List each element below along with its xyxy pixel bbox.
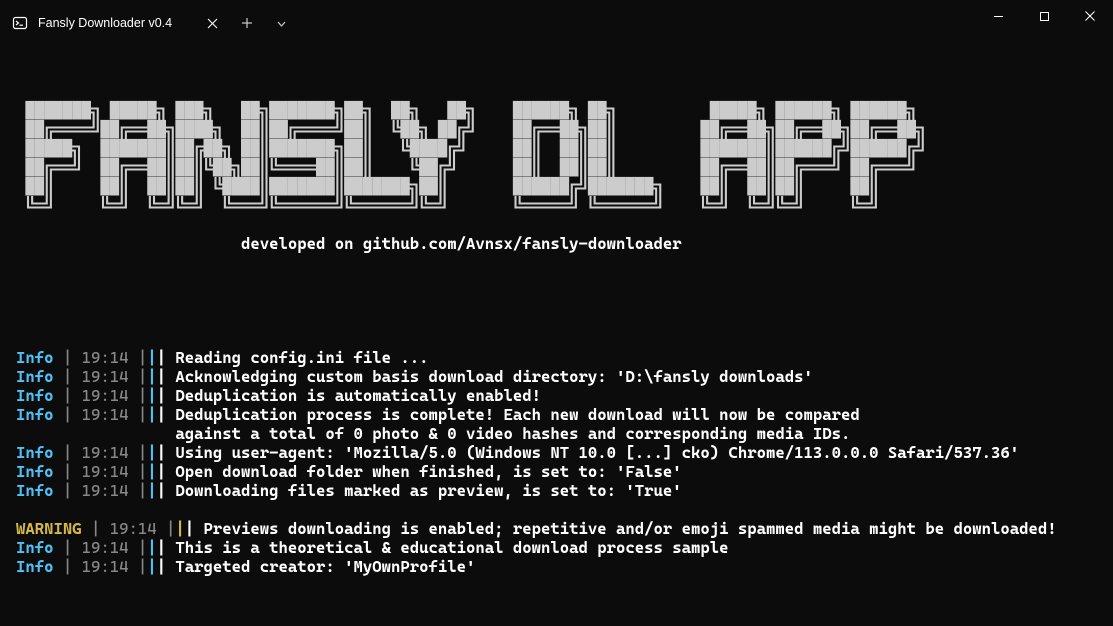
log-time: | 19:14 | bbox=[54, 481, 148, 500]
log-line-info: Info | 19:14 ||| Acknowledging custom ba… bbox=[16, 367, 1097, 386]
log-line-info: Info | 19:14 ||| Open download folder wh… bbox=[16, 462, 1097, 481]
log-sep-white: | bbox=[157, 462, 176, 481]
log-sep-color: | bbox=[147, 348, 156, 367]
log-message: Reading config.ini file ... bbox=[175, 348, 428, 367]
log-message: Using user-agent: 'Mozilla/5.0 (Windows … bbox=[175, 443, 1019, 462]
log-line-info: Info | 19:14 ||| Downloading files marke… bbox=[16, 481, 1097, 500]
log-line-info: Info | 19:14 ||| This is a theoretical &… bbox=[16, 538, 1097, 557]
log-sep-white: | bbox=[157, 348, 176, 367]
log-level: Info bbox=[16, 557, 54, 576]
ascii-banner: ███████╗ █████╗ ███╗ ██╗███████╗██╗ ██╗ … bbox=[16, 101, 1097, 215]
log-time: | 19:14 | bbox=[54, 405, 148, 424]
maximize-button[interactable] bbox=[1021, 0, 1067, 32]
log-level: WARNING bbox=[16, 519, 82, 538]
log-level: Info bbox=[16, 386, 54, 405]
log-message: Targeted creator: 'MyOwnProfile' bbox=[175, 557, 475, 576]
log-level: Info bbox=[16, 405, 54, 424]
log-line-info: Info | 19:14 ||| Deduplication process i… bbox=[16, 405, 1097, 443]
log-level: Info bbox=[16, 443, 54, 462]
tab-dropdown-button[interactable] bbox=[264, 6, 298, 40]
log-sep-color: | bbox=[147, 557, 156, 576]
terminal-tab[interactable]: Fansly Downloader v0.4 bbox=[0, 6, 230, 40]
log-sep-white: | bbox=[157, 443, 176, 462]
log-sep-color: | bbox=[175, 519, 184, 538]
log-sep-white: | bbox=[157, 386, 176, 405]
log-message: Previews downloading is enabled; repetit… bbox=[204, 519, 1057, 538]
log-line-info: Info | 19:14 ||| Deduplication is automa… bbox=[16, 386, 1097, 405]
log-sep-color: | bbox=[147, 481, 156, 500]
log-time: | 19:14 | bbox=[54, 367, 148, 386]
log-time: | 19:14 | bbox=[82, 519, 176, 538]
log-level: Info bbox=[16, 367, 54, 386]
log-time: | 19:14 | bbox=[54, 348, 148, 367]
log-time: | 19:14 | bbox=[54, 557, 148, 576]
log-sep-color: | bbox=[147, 405, 156, 424]
log-message: Open download folder when finished, is s… bbox=[175, 462, 681, 481]
terminal-icon bbox=[12, 15, 28, 31]
log-sep-white: | bbox=[157, 481, 176, 500]
banner-subtitle: developed on github.com/Avnsx/fansly-dow… bbox=[16, 234, 1097, 253]
tab-close-button[interactable] bbox=[204, 15, 220, 31]
log-level: Info bbox=[16, 538, 54, 557]
tab-tools bbox=[230, 6, 298, 40]
new-tab-button[interactable] bbox=[230, 6, 264, 40]
log-sep-color: | bbox=[147, 538, 156, 557]
log-sep-white: | bbox=[157, 557, 176, 576]
log-line-info: Info | 19:14 ||| Reading config.ini file… bbox=[16, 348, 1097, 367]
log-sep-white: | bbox=[157, 367, 176, 386]
log-message: Deduplication is automatically enabled! bbox=[175, 386, 541, 405]
log-line-info: Info | 19:14 ||| Using user-agent: 'Mozi… bbox=[16, 443, 1097, 462]
log-time: | 19:14 | bbox=[54, 386, 148, 405]
log-sep-color: | bbox=[147, 443, 156, 462]
log-sep-white: | bbox=[157, 405, 176, 424]
log-level: Info bbox=[16, 481, 54, 500]
close-button[interactable] bbox=[1067, 0, 1113, 32]
log-sep-white: | bbox=[185, 519, 204, 538]
log-lines: Info | 19:14 ||| Reading config.ini file… bbox=[16, 348, 1097, 576]
log-line-info: Info | 19:14 ||| Targeted creator: 'MyOw… bbox=[16, 557, 1097, 576]
log-message: Acknowledging custom basis download dire… bbox=[175, 367, 813, 386]
log-time: | 19:14 | bbox=[54, 462, 148, 481]
log-sep-color: | bbox=[147, 386, 156, 405]
log-level: Info bbox=[16, 462, 54, 481]
log-sep-white: | bbox=[157, 538, 176, 557]
log-level: Info bbox=[16, 348, 54, 367]
log-sep-color: | bbox=[147, 367, 156, 386]
minimize-button[interactable] bbox=[975, 0, 1021, 32]
log-line-warning: WARNING | 19:14 ||| Previews downloading… bbox=[16, 519, 1097, 538]
log-time: | 19:14 | bbox=[54, 443, 148, 462]
terminal-output: ███████╗ █████╗ ███╗ ██╗███████╗██╗ ██╗ … bbox=[0, 40, 1113, 599]
tab-title: Fansly Downloader v0.4 bbox=[38, 16, 194, 30]
log-time: | 19:14 | bbox=[54, 538, 148, 557]
window-controls bbox=[975, 0, 1113, 40]
log-message: Downloading files marked as preview, is … bbox=[175, 481, 681, 500]
titlebar: Fansly Downloader v0.4 bbox=[0, 0, 1113, 40]
log-message: This is a theoretical & educational down… bbox=[175, 538, 728, 557]
log-sep-color: | bbox=[147, 462, 156, 481]
